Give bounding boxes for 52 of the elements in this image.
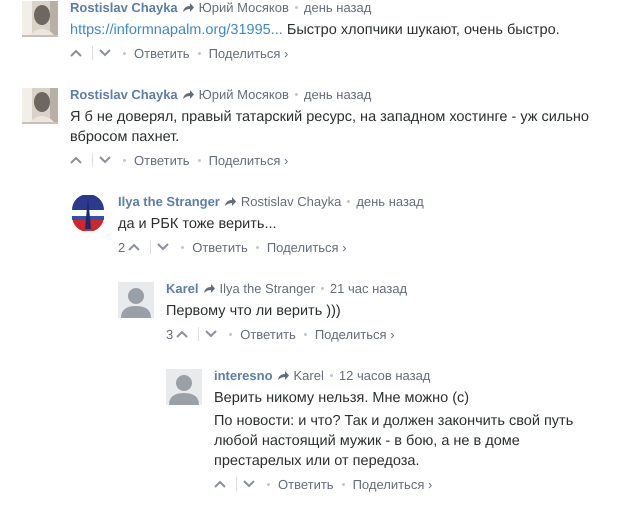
author-name[interactable]: Rostislav Chayka — [70, 0, 178, 14]
comment-time[interactable]: день назад — [304, 0, 372, 14]
reply-link[interactable]: Ответить — [192, 240, 248, 254]
chevron-down-icon — [157, 243, 170, 251]
share-link[interactable]: Поделиться › — [208, 152, 288, 168]
reply-arrow-icon — [182, 88, 195, 100]
comment-text: Верить никому нельзя. Мне можно (с) — [214, 389, 470, 408]
reply-arrow-icon — [224, 196, 237, 206]
avatar-icon — [118, 282, 154, 318]
reply-to-name[interactable]: Karel — [294, 368, 324, 382]
reply-link[interactable]: Ответить — [134, 46, 190, 60]
share-link[interactable]: Поделиться › — [352, 476, 432, 492]
upvote-button[interactable]: 2 — [118, 240, 144, 254]
chevron-up-icon — [128, 243, 140, 251]
comment-text: По новости: и что? Так и должен закончить свой путь любой настоящий мужик - в бою, а не в доме престарелых или от передоза. — [214, 412, 574, 471]
comment-text: Первому что ли верить ))) — [166, 302, 342, 321]
author-name[interactable]: Karel — [166, 280, 199, 296]
reply-link[interactable]: Ответить — [278, 476, 334, 492]
share-link[interactable]: Поделиться › — [208, 46, 288, 60]
reply-arrow-icon — [182, 2, 195, 12]
share-link[interactable]: Поделиться › — [266, 240, 347, 254]
comment-time[interactable]: день назад — [304, 86, 372, 102]
reply-arrow-icon — [276, 370, 290, 380]
chevron-down-icon — [99, 156, 111, 164]
comment-link[interactable]: https://informnapalm.org/31995... — [70, 22, 283, 38]
reply-link[interactable]: Ответить — [134, 152, 190, 168]
chevron-up-icon — [70, 156, 82, 164]
reply-to-name[interactable]: Ilya the Stranger — [220, 280, 315, 296]
chevron-up-icon — [214, 480, 226, 488]
avatar-icon — [166, 369, 202, 405]
chevron-down-icon — [205, 330, 218, 338]
chevron-down-icon — [243, 480, 255, 488]
chevron-down-icon — [99, 49, 111, 57]
author-name[interactable]: interesno — [214, 368, 273, 382]
reply-to-name[interactable]: Юрий Мосяков — [198, 86, 289, 102]
reply-link[interactable]: Ответить — [240, 326, 296, 342]
comment-text: https://informnapalm.org/31995... Быстро хлопчики шукают, очень быстро. — [70, 21, 561, 40]
reply-arrow-icon — [202, 282, 216, 294]
comment-time[interactable]: 21 час назад — [330, 280, 408, 296]
comment-text: Я б не доверял, правый татарский ресурс, на западном хостинге - уж сильно вбросом пахнет. — [70, 108, 590, 147]
reply-to-name[interactable]: Юрий Мосяков — [198, 0, 289, 14]
globe-logo-icon — [70, 195, 106, 231]
author-name[interactable]: Rostislav Chayka — [70, 86, 178, 102]
chevron-up-icon — [70, 49, 82, 57]
reply-to-name[interactable]: Rostislav Chayka — [240, 194, 342, 208]
comment-time[interactable]: 12 часов назад — [338, 368, 430, 382]
upvote-button[interactable]: 3 — [166, 326, 192, 342]
comment-text: да и РБК тоже верить... — [118, 215, 278, 234]
comment-time[interactable]: день назад — [356, 194, 424, 208]
share-link[interactable]: Поделиться › — [314, 326, 395, 342]
chevron-up-icon — [176, 330, 188, 338]
author-name[interactable]: Ilya the Stranger — [118, 194, 220, 208]
